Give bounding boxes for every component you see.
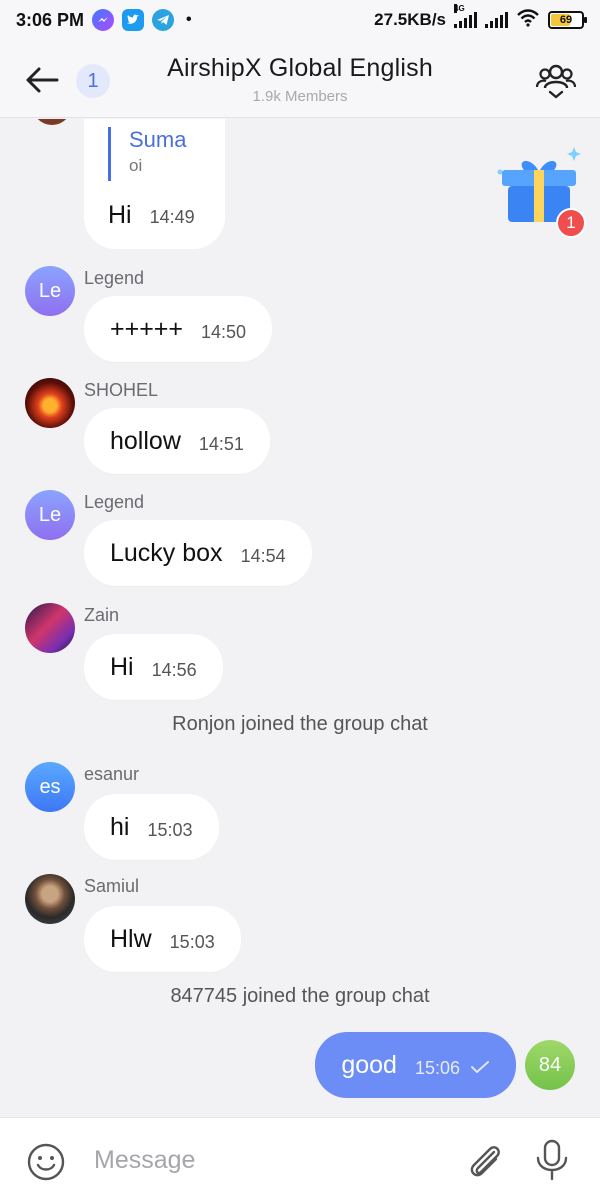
sender-name[interactable]: esanur bbox=[84, 764, 139, 785]
status-bar: 3:06 PM • 27.5KB/s 4G 69 bbox=[0, 0, 600, 40]
messenger-icon bbox=[92, 9, 115, 31]
message-bubble[interactable]: hollow 14:51 bbox=[84, 408, 270, 474]
network-type: 4G bbox=[454, 4, 465, 13]
reply-quote[interactable]: Suma oi bbox=[108, 127, 186, 181]
avatar[interactable] bbox=[25, 378, 75, 428]
avatar[interactable]: es bbox=[25, 762, 75, 812]
message-input[interactable] bbox=[94, 1140, 434, 1180]
sent-check-icon bbox=[471, 1061, 489, 1073]
message-time: 15:03 bbox=[169, 931, 215, 952]
battery-icon: 69 bbox=[548, 11, 587, 29]
emoji-icon bbox=[27, 1143, 65, 1181]
message-time: 14:49 bbox=[149, 207, 195, 227]
telegram-icon bbox=[152, 9, 175, 31]
avatar[interactable]: Le bbox=[25, 266, 75, 316]
message-text: Hi bbox=[110, 652, 134, 681]
message-text: hollow bbox=[110, 426, 181, 455]
sender-name[interactable]: Legend bbox=[84, 268, 144, 289]
chat-header: 1 AirshipX Global English 1.9k Members bbox=[0, 40, 600, 118]
message-bubble[interactable]: hi 15:03 bbox=[84, 794, 219, 860]
cellular-signal-icon: 4G bbox=[454, 4, 477, 28]
message-text: hi bbox=[110, 812, 130, 841]
status-time: 3:06 PM bbox=[16, 9, 85, 30]
message-text: +++++ bbox=[110, 314, 183, 343]
sender-name[interactable]: SHOHEL bbox=[84, 380, 158, 401]
message-time: 14:50 bbox=[201, 321, 247, 342]
message-text: good bbox=[341, 1050, 397, 1079]
message-time: 14:54 bbox=[240, 545, 286, 566]
microphone-icon bbox=[536, 1139, 568, 1181]
avatar[interactable]: 84 bbox=[525, 1040, 575, 1090]
group-members-icon bbox=[535, 64, 577, 99]
message-text: Hlw bbox=[110, 924, 152, 953]
avatar[interactable]: Le bbox=[25, 490, 75, 540]
reply-text: oi bbox=[129, 156, 143, 175]
message-bubble[interactable]: Hi 14:56 bbox=[84, 634, 223, 700]
battery-level: 69 bbox=[559, 14, 573, 26]
members-button[interactable] bbox=[534, 58, 578, 102]
microphone-button[interactable] bbox=[532, 1138, 572, 1182]
message-time: 14:51 bbox=[198, 433, 244, 454]
wifi-icon bbox=[516, 8, 540, 32]
attach-button[interactable] bbox=[464, 1140, 504, 1182]
paperclip-icon bbox=[470, 1146, 500, 1177]
system-message: 847745 joined the group chat bbox=[170, 985, 430, 1007]
message-composer bbox=[0, 1117, 600, 1200]
twitter-icon bbox=[122, 9, 145, 31]
system-message: Ronjon joined the group chat bbox=[172, 713, 428, 735]
message-bubble[interactable]: Hlw 15:03 bbox=[84, 906, 241, 972]
message-time: 15:03 bbox=[147, 819, 193, 840]
avatar[interactable] bbox=[25, 603, 75, 653]
avatar[interactable] bbox=[32, 119, 72, 125]
member-count: 1.9k Members bbox=[252, 88, 348, 105]
message-bubble[interactable]: Suma oi Hi 14:49 bbox=[84, 119, 225, 249]
sender-name[interactable]: Legend bbox=[84, 492, 144, 513]
message-time: 15:06 bbox=[414, 1057, 460, 1078]
status-dot: • bbox=[186, 11, 192, 28]
cellular-signal-2-icon bbox=[485, 12, 508, 28]
gift-badge: 1 bbox=[556, 208, 586, 238]
reply-sender: Suma bbox=[129, 127, 187, 152]
message-text: Lucky box bbox=[110, 538, 223, 567]
message-list[interactable]: Suma oi Hi 14:49 Le Legend +++++ 14:50 S… bbox=[0, 119, 600, 1117]
emoji-button[interactable] bbox=[26, 1142, 66, 1182]
network-speed: 27.5KB/s bbox=[374, 10, 446, 29]
message-text: Hi bbox=[108, 201, 132, 229]
avatar[interactable] bbox=[25, 874, 75, 924]
message-bubble[interactable]: Lucky box 14:54 bbox=[84, 520, 312, 586]
message-bubble[interactable]: +++++ 14:50 bbox=[84, 296, 273, 362]
message-bubble-outgoing[interactable]: good 15:06 bbox=[315, 1032, 516, 1098]
sender-name[interactable]: Zain bbox=[84, 605, 119, 626]
message-time: 14:56 bbox=[151, 659, 197, 680]
chat-title[interactable]: AirshipX Global English bbox=[0, 54, 600, 83]
sender-name[interactable]: Samiul bbox=[84, 876, 139, 897]
